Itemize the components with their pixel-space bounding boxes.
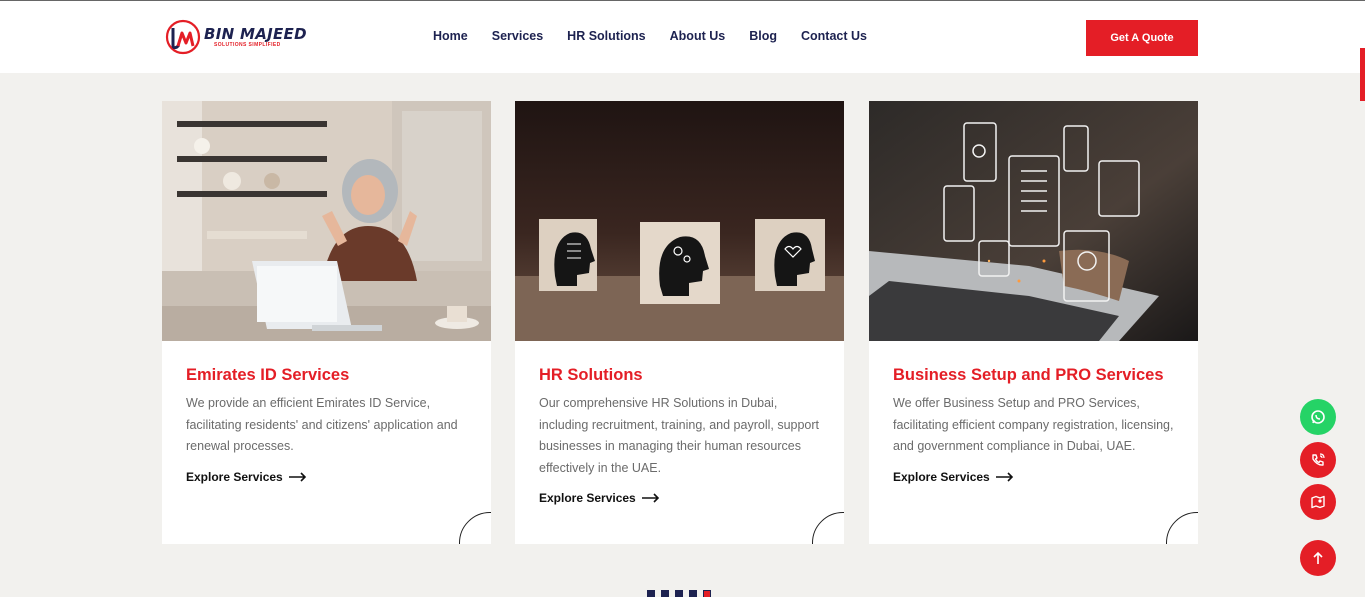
main-nav: Home Services HR Solutions About Us Blog… bbox=[433, 29, 891, 43]
card-description: Our comprehensive HR Solutions in Dubai,… bbox=[539, 396, 820, 475]
card-corner-decoration bbox=[459, 512, 491, 544]
carousel-pagination bbox=[647, 590, 717, 597]
nav-about-us[interactable]: About Us bbox=[670, 29, 726, 43]
carousel-dot-1[interactable] bbox=[647, 590, 655, 597]
service-card-business-setup: Business Setup and PRO Services We offer… bbox=[869, 101, 1198, 544]
arrow-right-icon bbox=[641, 493, 659, 503]
service-card-emirates-id: Emirates ID Services We provide an effic… bbox=[162, 101, 491, 544]
call-button[interactable] bbox=[1300, 442, 1336, 478]
nav-hr-solutions[interactable]: HR Solutions bbox=[567, 29, 645, 43]
whatsapp-icon bbox=[1311, 410, 1325, 424]
arrow-up-icon bbox=[1313, 551, 1323, 564]
brand-name: BIN MAJEED bbox=[204, 25, 307, 43]
nav-blog[interactable]: Blog bbox=[749, 29, 777, 43]
nav-services[interactable]: Services bbox=[492, 29, 543, 43]
explore-services-link[interactable]: Explore Services bbox=[186, 470, 471, 484]
card-image-laptop-documents bbox=[869, 101, 1198, 341]
scroll-indicator bbox=[1360, 48, 1365, 101]
explore-services-label: Explore Services bbox=[186, 469, 283, 484]
arrow-right-icon bbox=[288, 471, 306, 482]
explore-services-link[interactable]: Explore Services bbox=[893, 470, 1178, 484]
card-corner-decoration bbox=[812, 512, 844, 544]
brand-logo[interactable]: BIN MAJEED SOLUTIONS SIMPLIFIED bbox=[165, 18, 307, 56]
service-card-hr-solutions: HR Solutions Our comprehensive HR Soluti… bbox=[515, 101, 844, 544]
site-header: BIN MAJEED SOLUTIONS SIMPLIFIED Home Ser… bbox=[0, 0, 1365, 73]
carousel-dot-5-active[interactable] bbox=[703, 590, 711, 597]
back-to-top-button[interactable] bbox=[1300, 540, 1336, 576]
whatsapp-button[interactable] bbox=[1300, 399, 1336, 435]
carousel-dot-2[interactable] bbox=[661, 590, 669, 597]
phone-icon bbox=[1312, 453, 1325, 466]
nav-contact-us[interactable]: Contact Us bbox=[801, 29, 867, 43]
nav-home[interactable]: Home bbox=[433, 29, 468, 43]
explore-services-label: Explore Services bbox=[893, 469, 990, 484]
card-image-wooden-blocks bbox=[515, 101, 844, 341]
logo-mark-icon bbox=[165, 19, 201, 55]
card-corner-decoration bbox=[1166, 512, 1198, 544]
explore-services-label: Explore Services bbox=[539, 491, 636, 505]
card-image-woman-laptop bbox=[162, 101, 491, 341]
map-icon bbox=[1311, 495, 1325, 509]
get-a-quote-button[interactable]: Get A Quote bbox=[1086, 20, 1198, 56]
brand-tagline: SOLUTIONS SIMPLIFIED bbox=[214, 42, 281, 48]
card-description: We offer Business Setup and PRO Services… bbox=[893, 396, 1174, 453]
card-title: HR Solutions bbox=[539, 366, 643, 384]
map-button[interactable] bbox=[1300, 484, 1336, 520]
card-title: Emirates ID Services bbox=[186, 366, 350, 384]
carousel-dot-3[interactable] bbox=[675, 590, 683, 597]
carousel-dot-4[interactable] bbox=[689, 590, 697, 597]
arrow-right-icon bbox=[995, 471, 1013, 482]
card-description: We provide an efficient Emirates ID Serv… bbox=[186, 396, 458, 453]
card-title: Business Setup and PRO Services bbox=[893, 366, 1164, 384]
explore-services-link[interactable]: Explore Services bbox=[539, 491, 824, 505]
